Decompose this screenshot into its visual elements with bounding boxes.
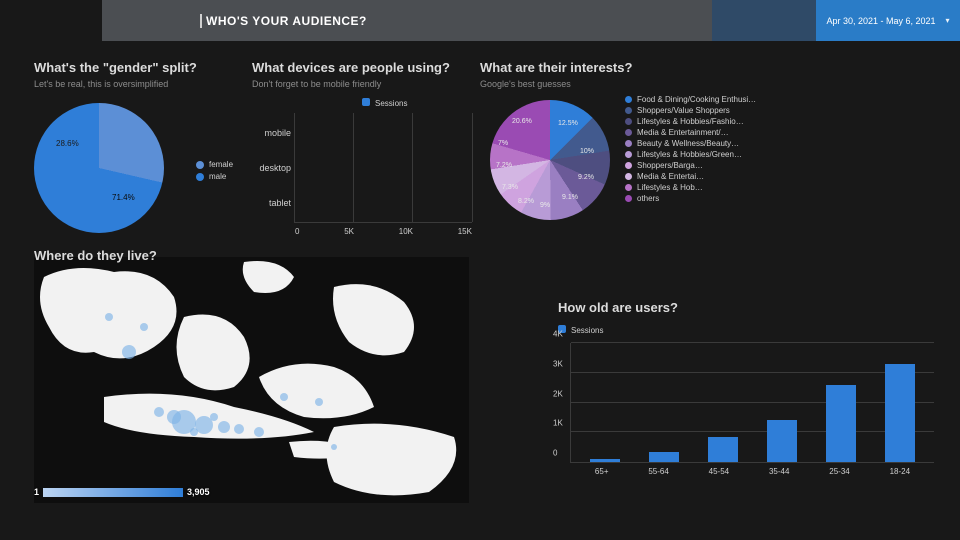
gender-legend-female[interactable]: female [196, 160, 233, 169]
legend-item[interactable]: Lifestyles & Hobbies/Fashio… [625, 117, 756, 126]
age-bar-chart[interactable]: 0 1K 2K 3K 4K 65+55-6445-54 35-4425-3418… [570, 343, 934, 463]
interests-legend: Food & Dining/Cooking Enthusi… Shoppers/… [625, 95, 756, 205]
header-spacer [102, 0, 712, 41]
devices-subtitle: Don't forget to be mobile friendly [252, 79, 472, 89]
legend-item[interactable]: Media & Entertai… [625, 172, 756, 181]
bar-25-34 [826, 385, 856, 462]
legend-item[interactable]: Lifestyles & Hobbies/Green… [625, 150, 756, 159]
interests-subtitle: Google's best guesses [480, 79, 950, 89]
gender-legend: female male [196, 160, 233, 184]
chevron-down-icon: ▾ [946, 16, 950, 25]
devices-panel: What devices are people using? Don't for… [252, 60, 472, 223]
gender-subtitle: Let's be real, this is oversimplified [34, 79, 244, 89]
devices-x-ticks: 05K10K15K [295, 227, 472, 236]
bar-45-54 [708, 437, 738, 462]
map-title: Where do they live? [34, 248, 469, 263]
age-x-labels: 65+55-6445-54 35-4425-3418-24 [571, 467, 934, 476]
map-scale: 1 3,905 [34, 487, 210, 497]
date-range-label: Apr 30, 2021 - May 6, 2021 [826, 16, 935, 26]
devices-bar-chart[interactable]: mobile desktop tablet 05K10K15K [294, 113, 472, 223]
gender-legend-male[interactable]: male [196, 172, 233, 181]
gender-slice-female-label: 28.6% [56, 139, 79, 148]
dot-icon [196, 173, 204, 181]
bar-18-24 [885, 364, 915, 462]
gradient-icon [43, 488, 183, 497]
age-title: How old are users? [558, 300, 938, 315]
legend-item[interactable]: Media & Entertainment/… [625, 128, 756, 137]
age-bars [571, 343, 934, 462]
interests-pie-chart[interactable]: 12.5% 10% 9.2% 9.1% 9% 8.2% 7.3% 7.2% 7%… [490, 100, 610, 220]
devices-title: What devices are people using? [252, 60, 472, 75]
interests-title: What are their interests? [480, 60, 950, 75]
legend-item[interactable]: Beauty & Wellness/Beauty… [625, 139, 756, 148]
gender-pie-chart[interactable]: 28.6% 71.4% [34, 103, 164, 233]
legend-item[interactable]: Shoppers/Barga… [625, 161, 756, 170]
legend-item[interactable]: Shoppers/Value Shoppers [625, 106, 756, 115]
map-chart[interactable]: 1 3,905 [34, 257, 469, 503]
header-tab-gap [712, 0, 816, 41]
age-panel: How old are users? Sessions 0 1K 2K 3K 4… [558, 300, 938, 463]
date-range-picker[interactable]: Apr 30, 2021 - May 6, 2021 ▾ [816, 0, 960, 41]
legend-item[interactable]: others [625, 194, 756, 203]
header-title-divider [200, 14, 202, 28]
interests-panel: What are their interests? Google's best … [480, 60, 950, 89]
legend-item[interactable]: Food & Dining/Cooking Enthusi… [625, 95, 756, 104]
gender-slice-male-label: 71.4% [112, 193, 135, 202]
bar-55-64 [649, 452, 679, 462]
bar-65plus [590, 459, 620, 462]
gender-title: What's the "gender" split? [34, 60, 244, 75]
square-icon [362, 98, 370, 106]
age-legend: Sessions [558, 325, 938, 335]
map-panel: Where do they live? [34, 248, 469, 503]
legend-item[interactable]: Lifestyles & Hob… [625, 183, 756, 192]
bar-35-44 [767, 420, 797, 462]
page-title: WHO'S YOUR AUDIENCE? [206, 14, 367, 28]
dot-icon [196, 161, 204, 169]
map-svg [34, 257, 469, 503]
devices-legend: Sessions [362, 98, 407, 108]
gender-panel: What's the "gender" split? Let's be real… [34, 60, 244, 233]
